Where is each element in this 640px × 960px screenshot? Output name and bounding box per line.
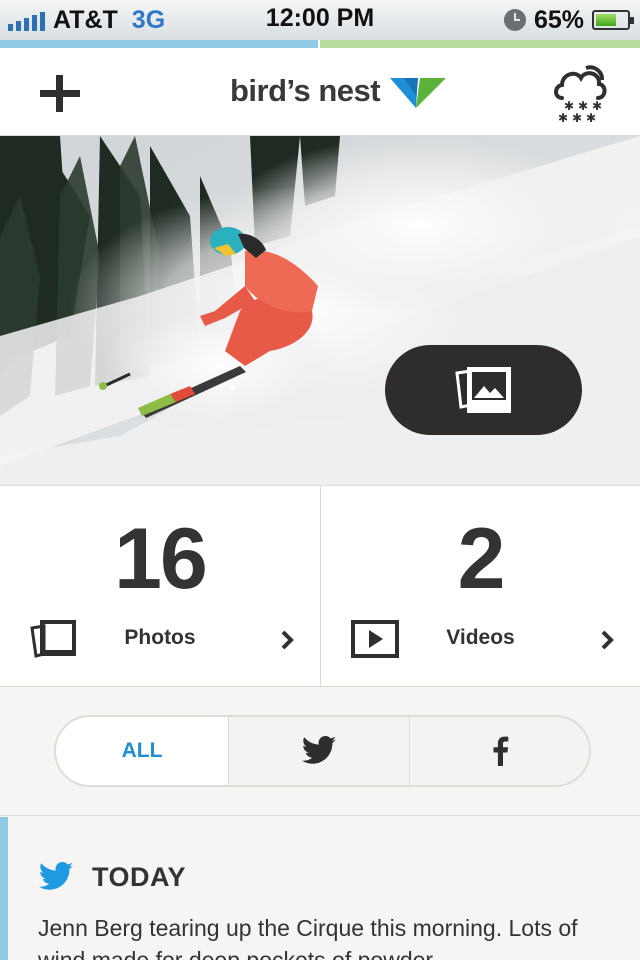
gallery-button[interactable] bbox=[385, 345, 582, 435]
source-filter: ALL bbox=[54, 715, 591, 787]
videos-label: Videos bbox=[446, 626, 515, 649]
battery-percent: 65% bbox=[533, 5, 584, 34]
feed-accent-bar bbox=[0, 817, 8, 960]
feed-heading: TODAY bbox=[92, 861, 187, 892]
twitter-bird-icon bbox=[38, 862, 73, 890]
bird-wings-icon bbox=[390, 78, 447, 108]
filter-area: ALL bbox=[0, 688, 640, 816]
feed-item[interactable]: TODAY Jenn Berg tearing up the Cirque th… bbox=[0, 817, 640, 960]
videos-count: 2 bbox=[457, 511, 506, 607]
strip-green bbox=[320, 40, 640, 48]
battery-icon bbox=[592, 10, 634, 30]
alarm-clock-icon bbox=[503, 9, 526, 31]
status-bar: AT&T 3G 12:00 PM 65% bbox=[0, 0, 640, 40]
svg-text:✱: ✱ bbox=[586, 111, 596, 125]
filter-all-tab[interactable]: ALL bbox=[56, 717, 228, 785]
photos-stat[interactable]: 16 Photos bbox=[0, 486, 320, 686]
chevron-right-icon bbox=[281, 630, 294, 650]
media-stats: 16 Photos 2 Videos bbox=[0, 485, 640, 687]
photo-gallery-icon bbox=[454, 367, 511, 413]
app-logo: bird’s nest bbox=[230, 68, 447, 114]
hero-photo[interactable] bbox=[0, 136, 640, 485]
photos-label: Photos bbox=[124, 626, 196, 649]
logo-text: bird’s nest bbox=[230, 73, 381, 108]
strip-blue bbox=[0, 40, 318, 48]
photos-count: 16 bbox=[114, 511, 208, 607]
filter-facebook-tab[interactable] bbox=[410, 717, 589, 785]
chevron-right-icon bbox=[601, 630, 614, 650]
svg-text:✱: ✱ bbox=[572, 111, 582, 125]
facebook-f-icon bbox=[493, 736, 508, 766]
color-strip bbox=[0, 40, 640, 48]
plus-icon[interactable] bbox=[40, 75, 80, 112]
svg-text:✱: ✱ bbox=[558, 111, 568, 125]
feed-text: Jenn Berg tearing up the Cirque this mor… bbox=[38, 915, 578, 960]
videos-stat[interactable]: 2 Videos bbox=[320, 486, 640, 686]
nav-bar: bird’s nest ✱ ✱ ✱ ✱ ✱ ✱ bbox=[0, 48, 640, 136]
snow-cloud-icon[interactable]: ✱ ✱ ✱ ✱ ✱ ✱ bbox=[552, 60, 608, 126]
twitter-bird-icon bbox=[301, 736, 336, 764]
battery-level bbox=[596, 14, 616, 26]
filter-twitter-tab[interactable] bbox=[228, 717, 410, 785]
